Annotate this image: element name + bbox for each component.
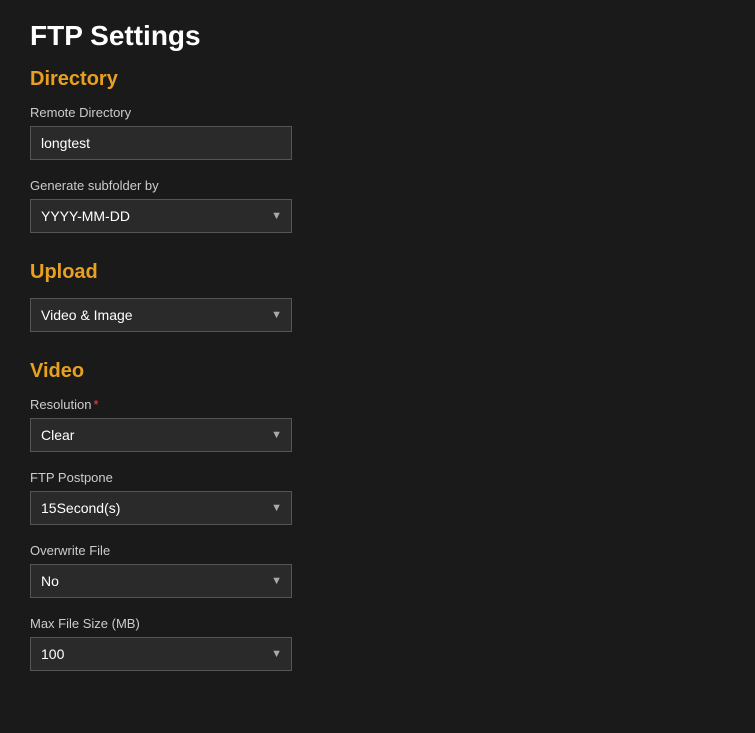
max-file-size-field: Max File Size (MB) 100 50 200 500	[30, 616, 725, 671]
resolution-select[interactable]: Clear Standard High Ultra	[30, 418, 292, 452]
upload-section-title: Upload	[30, 261, 725, 284]
ftp-postpone-label: FTP Postpone	[30, 470, 725, 485]
max-file-size-label: Max File Size (MB)	[30, 616, 725, 631]
page-title: FTP Settings	[30, 20, 725, 52]
subfolder-field: Generate subfolder by YYYY-MM-DD YYYY-MM…	[30, 178, 725, 233]
directory-section-title: Directory	[30, 68, 725, 91]
directory-section: Directory Remote Directory Generate subf…	[30, 68, 725, 233]
remote-directory-label: Remote Directory	[30, 105, 725, 120]
postpone-select[interactable]: 15Second(s) 30Second(s) 1Minute(s) 5Minu…	[30, 491, 292, 525]
upload-select-wrapper: Video & Image Video Only Image Only	[30, 298, 292, 332]
ftp-postpone-field: FTP Postpone 15Second(s) 30Second(s) 1Mi…	[30, 470, 725, 525]
overwrite-file-label: Overwrite File	[30, 543, 725, 558]
upload-field: Video & Image Video Only Image Only	[30, 298, 725, 332]
subfolder-select-wrapper: YYYY-MM-DD YYYY-MM YYYY None	[30, 199, 292, 233]
video-section-title: Video	[30, 360, 725, 383]
resolution-required-indicator: *	[93, 397, 98, 412]
remote-directory-input[interactable]	[30, 126, 292, 160]
max-file-size-select[interactable]: 100 50 200 500	[30, 637, 292, 671]
overwrite-select-wrapper: No Yes	[30, 564, 292, 598]
overwrite-select[interactable]: No Yes	[30, 564, 292, 598]
postpone-select-wrapper: 15Second(s) 30Second(s) 1Minute(s) 5Minu…	[30, 491, 292, 525]
resolution-label: Resolution*	[30, 397, 725, 412]
upload-select[interactable]: Video & Image Video Only Image Only	[30, 298, 292, 332]
subfolder-label: Generate subfolder by	[30, 178, 725, 193]
resolution-field: Resolution* Clear Standard High Ultra	[30, 397, 725, 452]
upload-section: Upload Video & Image Video Only Image On…	[30, 261, 725, 332]
subfolder-select[interactable]: YYYY-MM-DD YYYY-MM YYYY None	[30, 199, 292, 233]
remote-directory-field: Remote Directory	[30, 105, 725, 160]
video-section: Video Resolution* Clear Standard High Ul…	[30, 360, 725, 671]
max-file-size-select-wrapper: 100 50 200 500	[30, 637, 292, 671]
resolution-select-wrapper: Clear Standard High Ultra	[30, 418, 292, 452]
overwrite-file-field: Overwrite File No Yes	[30, 543, 725, 598]
